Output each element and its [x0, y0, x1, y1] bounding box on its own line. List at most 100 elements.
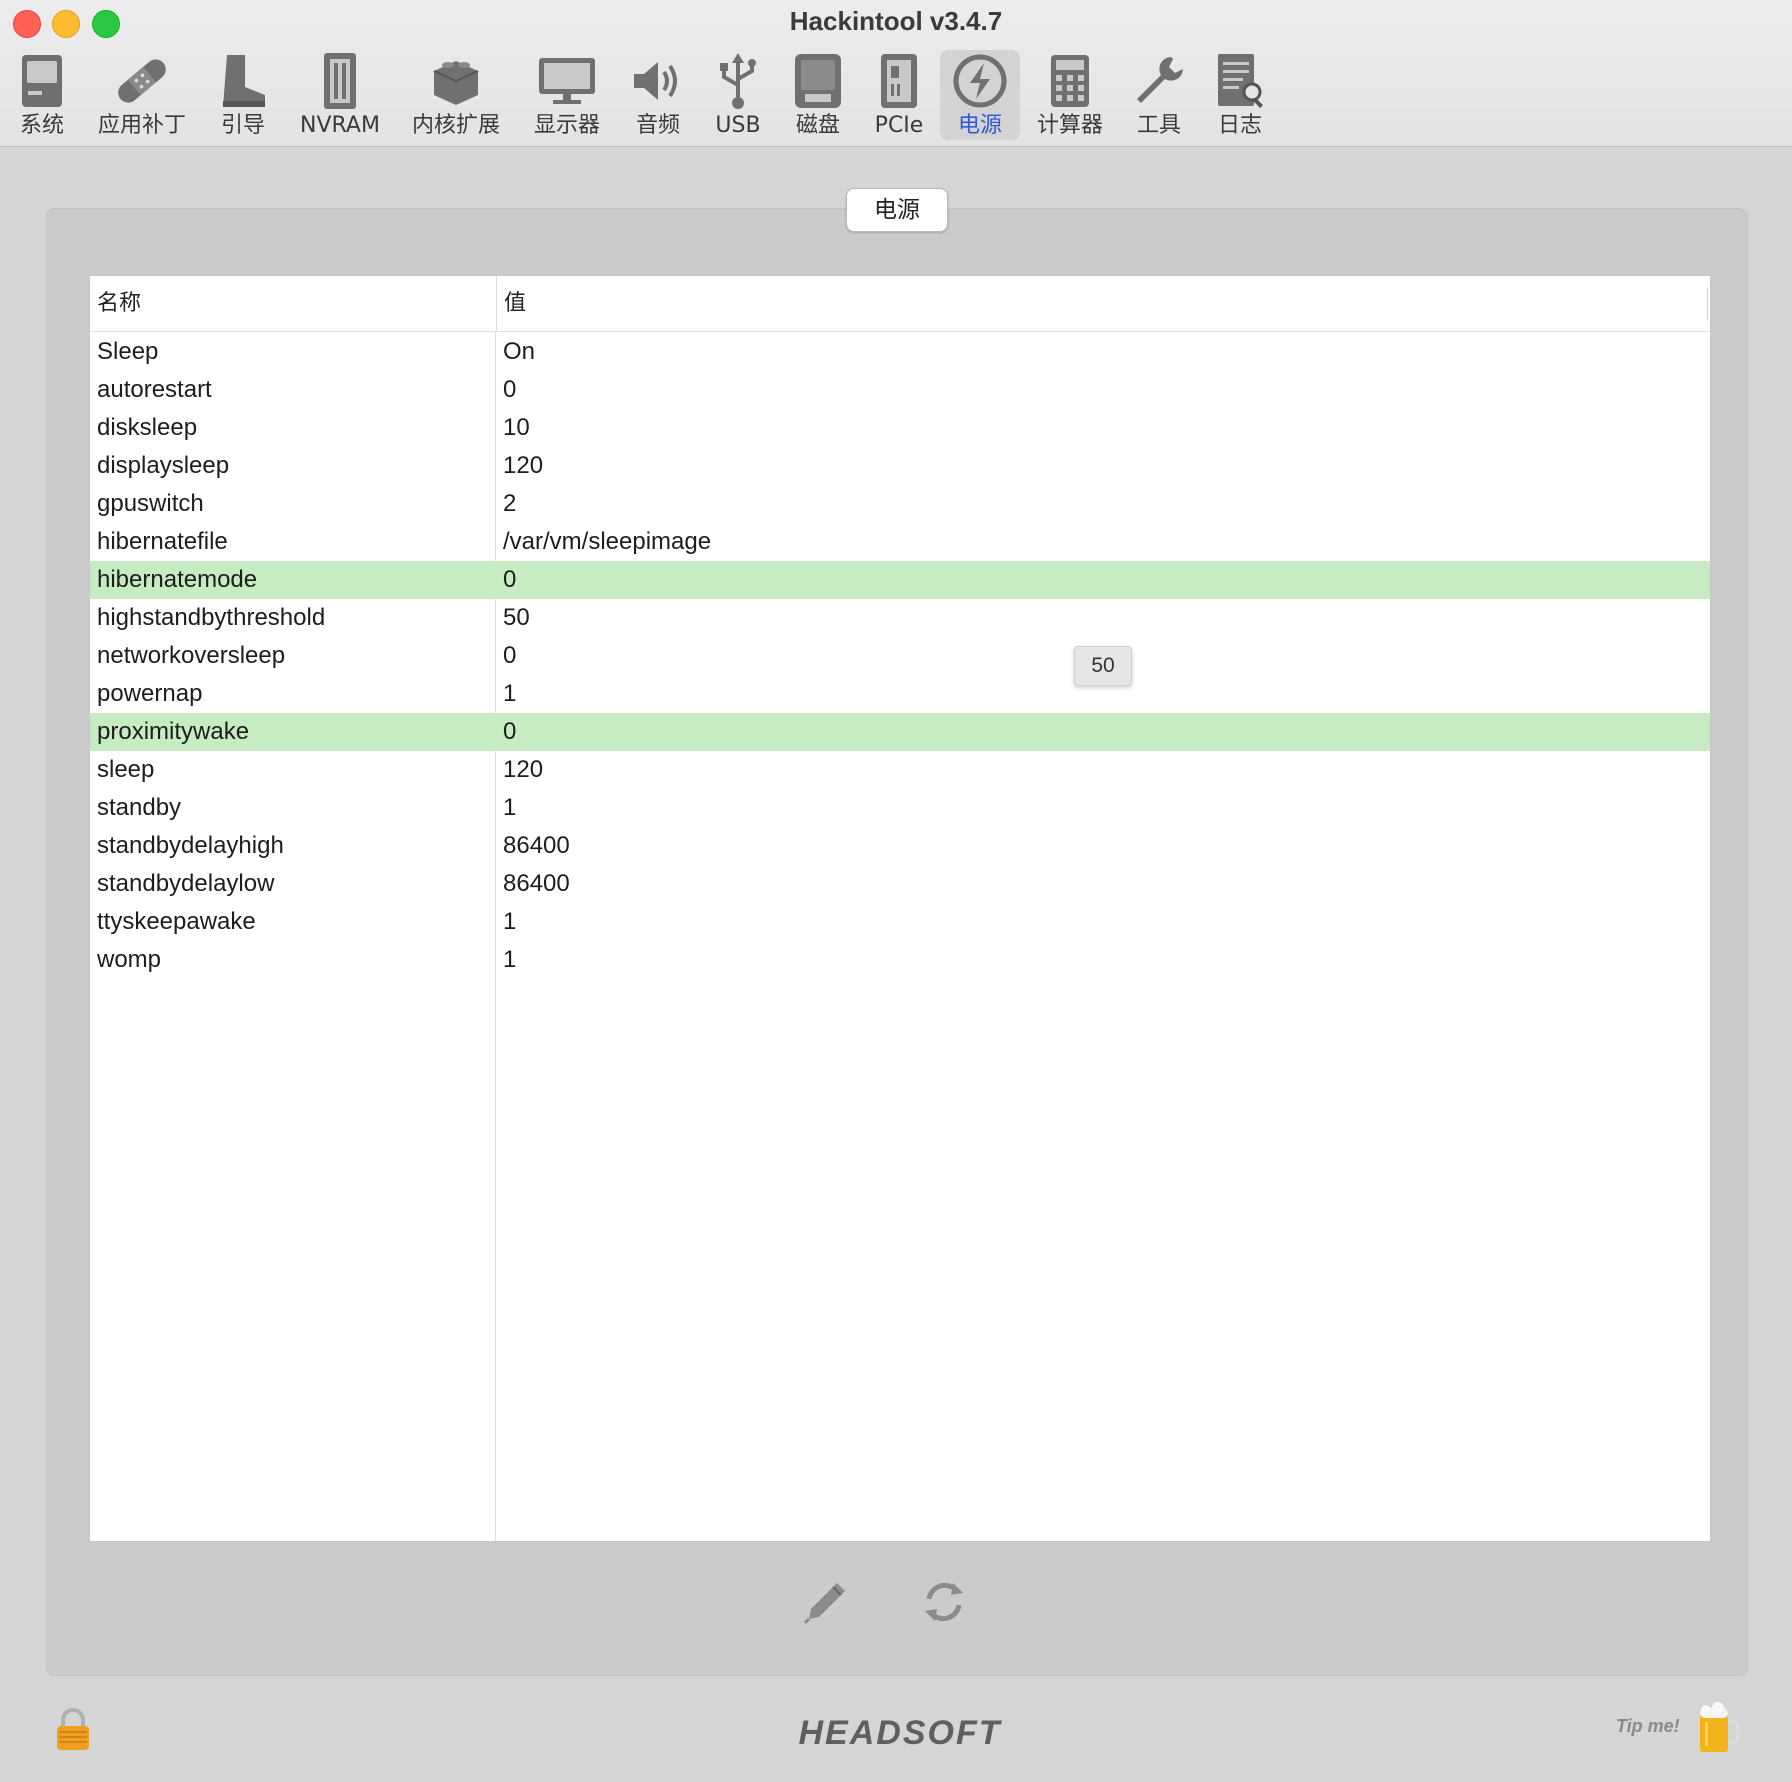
row-value-cell: 2	[503, 490, 517, 517]
pencil-icon[interactable]	[800, 1576, 852, 1628]
value-tooltip: 50	[1074, 646, 1132, 686]
hackintool-window: Hackintool v3.4.7 系统 应用补丁 引导 NVRAM 内核扩展 …	[0, 0, 1792, 1782]
log-icon	[1208, 50, 1272, 112]
computer-icon	[10, 50, 74, 112]
row-value-cell: 50	[503, 604, 530, 631]
headsoft-logo[interactable]: HEADSOFT	[750, 1710, 1050, 1754]
table-row[interactable]: womp 1	[90, 941, 1710, 979]
toolbar-label: NVRAM	[300, 113, 380, 138]
toolbar-item-audio[interactable]: 音频	[630, 50, 686, 140]
row-value-cell: 0	[503, 376, 517, 403]
toolbar-label: 内核扩展	[411, 113, 500, 138]
row-name-cell: womp	[97, 946, 162, 973]
toolbar-item-tools[interactable]: 工具	[1126, 50, 1192, 140]
toolbar-item-disk[interactable]: 磁盘	[786, 50, 850, 140]
row-value-cell: 1	[503, 908, 517, 935]
table-row[interactable]: hibernatemode 0	[90, 561, 1710, 599]
table-row[interactable]: sleep 120	[90, 751, 1710, 789]
row-value-cell: 1	[503, 946, 517, 973]
table-row[interactable]: ttyskeepawake 1	[90, 903, 1710, 941]
toolbar-item-usb[interactable]: USB	[706, 50, 770, 140]
toolbar-label: 计算器	[1036, 113, 1103, 138]
table-row[interactable]: Sleep On	[90, 333, 1710, 371]
row-value-cell: 0	[503, 718, 517, 745]
toolbar-label: 日志	[1217, 113, 1262, 138]
kext-icon	[424, 50, 488, 112]
brand-text: HEADSOFT	[799, 1714, 1003, 1752]
row-name-cell: powernap	[97, 680, 203, 707]
calculator-icon	[1038, 50, 1102, 112]
toolbar-item-system[interactable]: 系统	[10, 50, 74, 140]
table-row[interactable]: disksleep 10	[90, 409, 1710, 447]
beer-icon[interactable]	[1696, 1702, 1740, 1756]
table-row[interactable]: networkoversleep 0	[90, 637, 1710, 675]
tip-me-label[interactable]: Tip me!	[1616, 1716, 1680, 1737]
toolbar-label: 电源	[957, 113, 1002, 138]
header-resize-divider	[1707, 288, 1708, 320]
toolbar-label: USB	[715, 113, 761, 138]
toolbar-label: 磁盘	[795, 113, 840, 138]
pcie-icon	[867, 50, 931, 112]
nvram-icon	[308, 50, 372, 112]
row-name-cell: disksleep	[97, 414, 198, 441]
row-value-cell: 120	[503, 756, 544, 783]
row-value-cell: /var/vm/sleepimage	[503, 528, 712, 555]
row-name-cell: highstandbythreshold	[97, 604, 326, 631]
row-value-cell: 86400	[503, 870, 570, 897]
row-name-cell: gpuswitch	[97, 490, 204, 517]
row-name-cell: displaysleep	[97, 452, 230, 479]
column-header-name[interactable]: 名称	[90, 276, 495, 331]
toolbar-item-power[interactable]: 电源	[940, 50, 1020, 140]
toolbar-label: 应用补丁	[97, 113, 186, 138]
toolbar-item-kext[interactable]: 内核扩展	[408, 50, 504, 140]
toolbar-label: 工具	[1136, 113, 1181, 138]
row-value-cell: 1	[503, 794, 517, 821]
toolbar-item-patch[interactable]: 应用补丁	[94, 50, 190, 140]
bandage-icon	[110, 50, 174, 112]
table-row[interactable]: standbydelaylow 86400	[90, 865, 1710, 903]
table-row[interactable]: highstandbythreshold 50	[90, 599, 1710, 637]
row-name-cell: proximitywake	[97, 718, 250, 745]
table-row[interactable]: standbydelayhigh 86400	[90, 827, 1710, 865]
table-row[interactable]: standby 1	[90, 789, 1710, 827]
toolbar-item-calculator[interactable]: 计算器	[1034, 50, 1106, 140]
toolbar-label: 引导	[220, 113, 265, 138]
power-settings-table[interactable]: 名称 值 Sleep On autorestart 0 disksleep 10 displ…	[89, 275, 1711, 1542]
toolbar-item-log[interactable]: 日志	[1208, 50, 1272, 140]
toolbar-item-pcie[interactable]: PCIe	[868, 50, 930, 140]
usb-icon	[706, 50, 770, 112]
row-value-cell: 0	[503, 566, 517, 593]
table-row[interactable]: displaysleep 120	[90, 447, 1710, 485]
row-name-cell: autorestart	[97, 376, 212, 403]
table-row[interactable]: hibernatefile/var/vm/sleepimage	[90, 523, 1710, 561]
row-name-cell: standbydelayhigh	[97, 832, 284, 859]
row-value-cell: 120	[503, 452, 544, 479]
row-name-cell: ttyskeepawake	[97, 908, 256, 935]
row-value-cell: 0	[503, 642, 517, 669]
lock-icon[interactable]	[54, 1708, 92, 1752]
window-title: Hackintool v3.4.7	[789, 6, 1003, 36]
speaker-icon	[626, 50, 690, 112]
wrench-icon	[1127, 50, 1191, 112]
table-header: 名称 值	[90, 276, 1710, 332]
column-header-value[interactable]: 值	[496, 276, 1704, 331]
display-icon	[535, 50, 599, 112]
row-value-cell: 1	[503, 680, 517, 707]
refresh-icon[interactable]	[918, 1576, 970, 1628]
toolbar-item-display[interactable]: 显示器	[526, 50, 608, 140]
toolbar-label: 显示器	[533, 113, 600, 138]
row-name-cell: standbydelaylow	[97, 870, 275, 897]
panel-title: 电源	[846, 188, 948, 232]
row-name-cell: sleep	[97, 756, 155, 783]
table-row[interactable]: proximitywake 0	[90, 713, 1710, 751]
row-name-cell: networkoversleep	[97, 642, 286, 669]
table-row[interactable]: gpuswitch 2	[90, 485, 1710, 523]
row-name-cell: hibernatemode	[97, 566, 258, 593]
toolbar-item-nvram[interactable]: NVRAM	[294, 50, 386, 140]
toolbar-label: 音频	[635, 113, 680, 138]
toolbar-item-boot[interactable]: 引导	[210, 50, 276, 140]
row-name-cell: hibernatefile	[97, 528, 228, 555]
table-row[interactable]: powernap 1	[90, 675, 1710, 713]
boot-icon	[211, 50, 275, 112]
table-row[interactable]: autorestart 0	[90, 371, 1710, 409]
